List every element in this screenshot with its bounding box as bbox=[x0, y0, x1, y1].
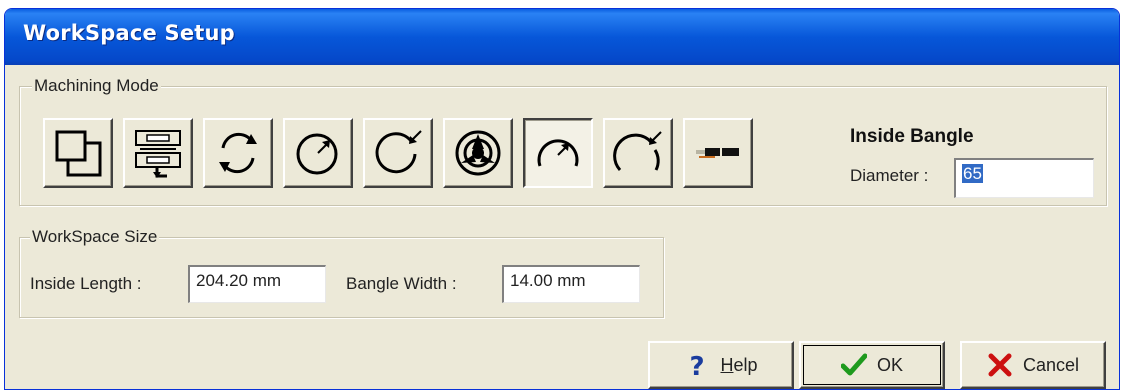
mode-flat-button[interactable] bbox=[43, 118, 113, 188]
flat-clamp-icon bbox=[135, 130, 181, 178]
svg-text:?: ? bbox=[690, 352, 705, 378]
mode-inside-ring-button[interactable] bbox=[363, 118, 433, 188]
workspace-size-label: WorkSpace Size bbox=[30, 227, 160, 247]
mode-rotary-button[interactable] bbox=[203, 118, 273, 188]
diameter-input[interactable]: 65 bbox=[954, 158, 1094, 198]
mode-outside-ring-button[interactable] bbox=[283, 118, 353, 188]
inside-ring-icon bbox=[375, 130, 422, 174]
cancel-button[interactable]: Cancel bbox=[960, 341, 1106, 389]
diameter-value: 65 bbox=[962, 164, 983, 183]
mode-title: Inside Bangle bbox=[850, 126, 974, 147]
outside-bangle-icon bbox=[537, 139, 579, 167]
ok-button[interactable]: OK bbox=[799, 341, 945, 389]
close-icon bbox=[988, 353, 1012, 377]
help-button[interactable]: ? Help bbox=[648, 341, 794, 389]
three-jaw-chuck-icon bbox=[455, 130, 501, 176]
outside-ring-icon bbox=[296, 133, 338, 175]
diameter-label: Diameter : bbox=[850, 166, 929, 185]
rotary-ring-icon bbox=[219, 132, 257, 174]
pendant-bar-icon bbox=[696, 148, 739, 158]
help-icon: ? bbox=[690, 352, 705, 378]
inside-length-label: Inside Length : bbox=[30, 274, 142, 293]
mode-pendant-button[interactable] bbox=[683, 118, 753, 188]
ok-label: OK bbox=[876, 354, 903, 375]
workspace-setup-dialog: WorkSpace Setup Machining Mode Inside Ba… bbox=[4, 8, 1120, 390]
help-label: Help bbox=[720, 354, 758, 375]
window-title: WorkSpace Setup bbox=[23, 21, 235, 45]
bangle-width-input[interactable]: 14.00 mm bbox=[502, 265, 640, 303]
flat-workspace-icon bbox=[55, 130, 102, 177]
machining-mode-label: Machining Mode bbox=[32, 76, 161, 96]
mode-outside-bangle-button[interactable] bbox=[523, 118, 593, 188]
mode-clamp-button[interactable] bbox=[123, 118, 193, 188]
cancel-label: Cancel bbox=[1022, 354, 1080, 375]
mode-chuck-button[interactable] bbox=[443, 118, 513, 188]
inside-length-input[interactable]: 204.20 mm bbox=[188, 265, 326, 303]
bangle-width-label: Bangle Width : bbox=[346, 274, 457, 293]
mode-inside-bangle-button[interactable] bbox=[603, 118, 673, 188]
title-bar[interactable]: WorkSpace Setup bbox=[5, 9, 1119, 65]
workspace-size-group: WorkSpace Size Inside Length : 204.20 mm… bbox=[19, 227, 664, 318]
inside-bangle-icon bbox=[613, 131, 662, 172]
machining-mode-group: Machining Mode Inside Bangle Diameter: … bbox=[19, 76, 1107, 206]
check-icon bbox=[840, 353, 867, 376]
